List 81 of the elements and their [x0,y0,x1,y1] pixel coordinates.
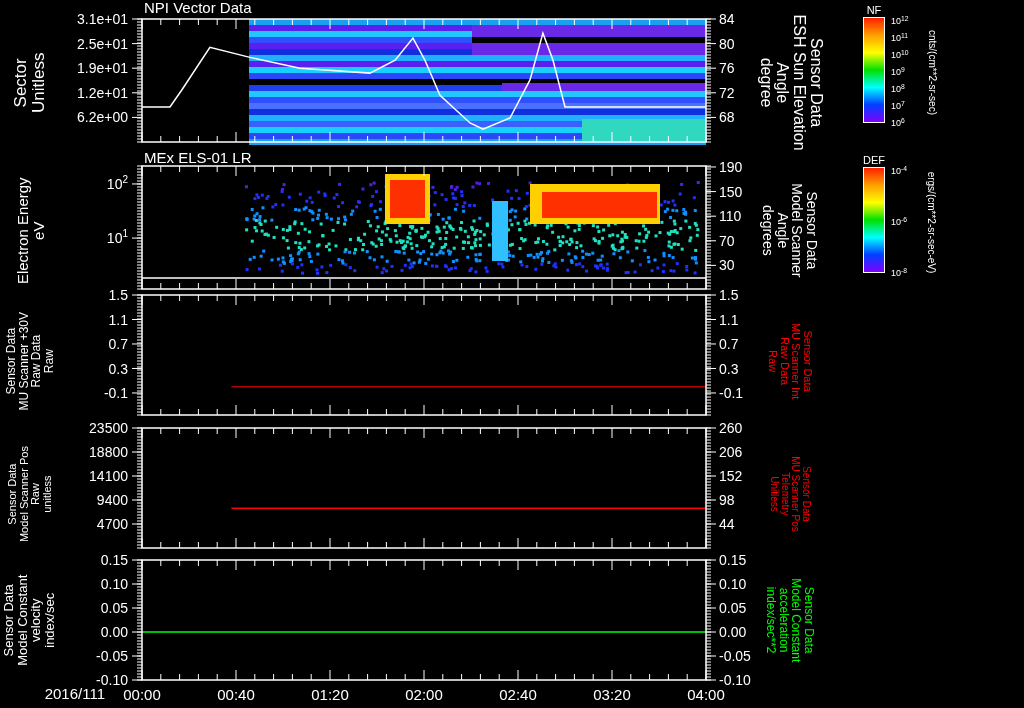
axis-tick-label: 110 [719,208,742,225]
scale-tick-label: 10$^{11}$ [891,33,910,43]
axis-tick-label: 0.00 [100,624,128,641]
axis-tick-label: -0.1 [103,385,128,401]
axis-tick-label: 0.7 [108,336,128,352]
axis-tick-label: 0.00 [719,624,747,641]
scale-title: DEF [863,153,885,167]
scale-tick-label: 10$^{9}$ [891,67,906,77]
axis-label: Sensor Data Model Constant acceleration index/sec**2 [764,578,816,662]
axis-tick-label: 76 [719,60,735,77]
axis-tick-label: 1.1 [719,311,739,328]
time-tick-label: 02:00 [405,686,443,704]
axis-tick-label: 0.10 [719,576,747,593]
scale-tick-label: 10$^{-8}$ [891,268,909,278]
axis-label: Sensor Data Model Scanner Angle degrees [760,183,820,278]
axis-tick-label: 10$^{2}$ [106,174,128,192]
scale-tick-label: 10$^{10}$ [891,50,910,60]
time-tick-label: 04:00 [687,686,725,704]
scale-tick-label: 10$^{7}$ [891,101,906,111]
axis-tick-label: -0.10 [719,672,751,689]
axis-tick-label: 9400 [96,492,128,509]
axis-tick-label: 1.5 [719,287,739,304]
axis-tick-label: 72 [719,84,735,101]
axis-tick-label: 10$^{1}$ [106,228,128,247]
axis-tick-label: 3.1e+01 [77,11,128,28]
axis-tick-label: 0.05 [719,600,747,617]
axis-tick-label: -0.05 [719,648,751,665]
scale-tick-label: 10$^{-4}$ [891,166,909,176]
axis-tick-label: -0.05 [96,648,128,665]
axis-tick-label: 0.3 [719,360,739,377]
scale-tick-label: 10$^{8}$ [891,84,906,94]
time-tick-label: 00:00 [123,686,161,704]
axis-tick-label: 2.5e+01 [77,35,128,52]
axis-tick-label: 206 [719,444,743,461]
axis-label: Sensor Data MU Scanner +30V Raw Data Raw [4,312,56,411]
axis-label: Sector Unitless [12,52,48,114]
axis-tick-label: 23500 [89,420,128,437]
axis-label: Sensor Data ESH Sun Elevation Angle degree [756,14,824,152]
axis-tick-label: 1.1 [108,311,128,328]
axis-label: Sensor Data MU Scanner Int Raw Data Raw [766,323,814,400]
scale-units: ergs/(cm**2-sr-sec-eV) [925,171,939,273]
scale-tick-label: 10$^{12}$ [891,16,910,26]
axis-label: Electron Energy eV [14,177,46,284]
scale-tick-label: 10$^{-6}$ [891,217,909,227]
axis-tick-label: 18800 [89,444,128,461]
axis-label: Sensor Data Model Scanner Pos Raw unitless [6,446,54,542]
scale-tick-label: 10$^{6}$ [891,118,906,128]
axis-tick-label: 4700 [96,516,128,533]
scale-title: NF [866,3,882,17]
time-tick-label: 02:40 [499,686,537,704]
time-tick-label: 00:40 [217,686,255,704]
axis-tick-label: 260 [719,420,743,437]
axis-tick-label: 98 [719,492,735,509]
axis-tick-label: 30 [719,257,735,274]
axis-tick-label: 44 [719,516,735,533]
axis-tick-label: 0.7 [719,336,739,352]
scale-units: cnts/(cm**2-sr-sec) [925,29,939,115]
panel-title: MEx ELS-01 LR [144,150,252,166]
panel-title: NPI Vector Data [144,0,252,16]
axis-tick-label: 0.15 [100,552,128,569]
axis-tick-label: 0.05 [100,600,128,617]
axis-label: Sensor Data Model Constant velocity index/sec [2,574,58,666]
axis-tick-label: 68 [719,109,735,126]
axis-tick-label: 0.3 [108,360,128,377]
axis-tick-label: 84 [719,11,735,28]
axis-tick-label: 190 [719,159,743,175]
axis-tick-label: 150 [719,183,743,200]
axis-tick-label: 1.5 [108,287,128,304]
axis-tick-label: -0.1 [719,385,744,401]
time-tick-label: 03:20 [593,686,631,704]
axis-tick-label: 14100 [89,468,128,485]
time-tick-label: 01:20 [311,686,349,704]
axis-tick-label: 6.2e+00 [77,109,128,126]
axis-tick-label: 152 [719,468,743,485]
axis-tick-label: 0.15 [719,552,747,569]
axis-tick-label: 1.2e+01 [77,84,128,101]
axis-tick-label: 0.10 [100,576,128,593]
axis-tick-label: 70 [719,232,735,249]
axis-tick-label: 80 [719,35,735,52]
axis-label: Sensor Data MU Scanner Pos Telemetry Unitless [769,456,811,532]
axis-tick-label: 1.9e+01 [77,60,128,77]
